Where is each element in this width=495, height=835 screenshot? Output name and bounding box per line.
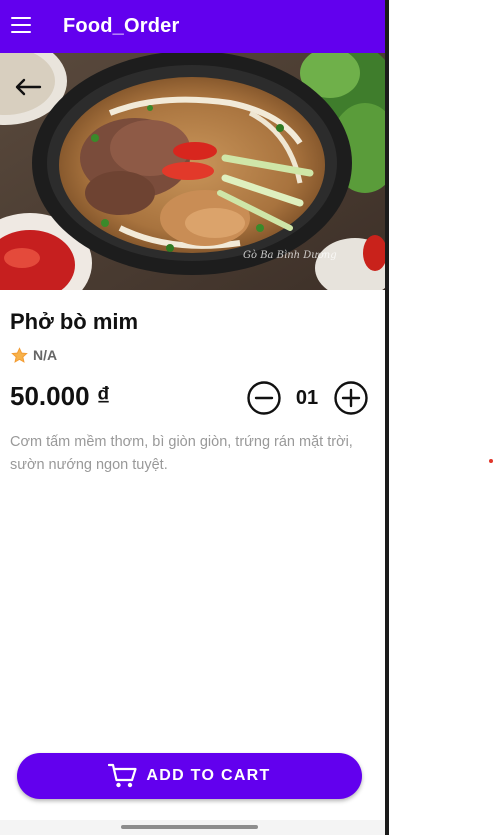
cursor-dot: [489, 459, 493, 463]
image-watermark: Gò Ba Bình Dương: [243, 250, 337, 261]
app-bar: Food_Order: [0, 0, 385, 53]
food-description: Cơm tấm mềm thơm, bì giòn giòn, trứng rá…: [10, 434, 353, 473]
menu-icon[interactable]: [11, 17, 31, 33]
rating-value: N/A: [33, 347, 58, 363]
minus-circle-icon[interactable]: [246, 380, 282, 416]
add-to-cart-button[interactable]: ADD TO CART: [17, 753, 362, 799]
home-indicator[interactable]: [121, 825, 258, 829]
quantity-value: 01: [295, 387, 319, 409]
food-price: 50.000 ₫: [10, 381, 111, 411]
plus-circle-icon[interactable]: [333, 380, 369, 416]
arrow-left-icon[interactable]: [14, 77, 42, 97]
shopping-cart-icon: [108, 763, 137, 788]
rating-row: N/A: [10, 345, 57, 365]
add-to-cart-label: ADD TO CART: [146, 767, 271, 784]
phone-screen: Food_Order Gò Ba Bình Dương Phở bò mim N…: [0, 0, 385, 835]
device-frame-edge: [385, 0, 389, 835]
star-icon: [11, 346, 28, 363]
food-name: Phở bò mim: [10, 309, 139, 334]
app-title: Food_Order: [63, 15, 180, 37]
